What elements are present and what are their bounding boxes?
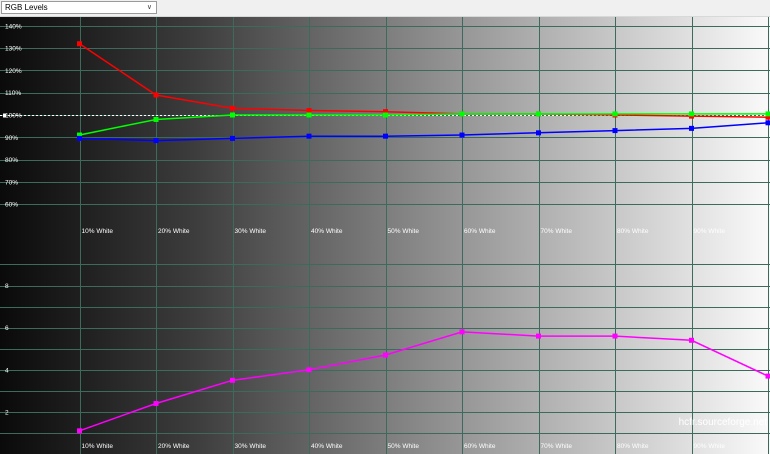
x-tick-label: 70% White [541, 443, 573, 450]
data-point [765, 111, 770, 117]
data-point [77, 428, 82, 434]
view-select-dropdown[interactable]: RGB Levels ∨ [1, 1, 157, 14]
x-tick-label: 80% White [617, 228, 649, 235]
data-point [77, 135, 82, 141]
data-point [765, 120, 770, 126]
x-tick-label: 20% White [158, 228, 190, 235]
data-point [153, 116, 159, 122]
data-point [383, 133, 388, 139]
data-point [612, 128, 618, 134]
x-tick-label: 10% White [82, 443, 114, 450]
y-tick-label: 140% [5, 23, 22, 30]
data-point [306, 108, 312, 114]
data-point [536, 130, 541, 136]
x-tick-label: 10% White [82, 228, 114, 235]
y-tick-label: 2 [5, 409, 9, 416]
x-tick-label: 90% White [694, 228, 726, 235]
data-point [765, 373, 770, 379]
data-point [536, 333, 541, 339]
data-point [230, 135, 235, 141]
data-point [689, 111, 694, 117]
y-tick-label: 110% [5, 90, 21, 97]
x-tick-label: 40% White [311, 443, 343, 450]
x-tick-label: 70% White [541, 228, 573, 235]
x-tick-label: 20% White [158, 443, 190, 450]
data-point [612, 111, 618, 117]
view-select-value: RGB Levels [5, 3, 48, 12]
data-point [153, 92, 159, 98]
x-tick-label: 60% White [464, 228, 496, 235]
data-point [306, 367, 312, 373]
x-tick-label: 30% White [235, 443, 267, 450]
y-tick-label: 120% [5, 68, 22, 75]
data-point [689, 125, 694, 131]
x-tick-label: 50% White [388, 443, 420, 450]
data-point [612, 333, 618, 339]
data-point [383, 352, 388, 358]
data-point [689, 337, 694, 343]
data-point [230, 105, 235, 111]
x-tick-label: 90% White [694, 443, 726, 450]
y-tick-label: 60% [5, 202, 18, 209]
data-point [459, 111, 465, 117]
x-tick-label: 30% White [235, 228, 267, 235]
chevron-down-icon: ∨ [146, 4, 152, 11]
data-point [153, 138, 159, 144]
x-tick-label: 60% White [464, 443, 496, 450]
data-point [459, 132, 465, 138]
data-point [306, 112, 312, 118]
y-tick-label: 100% [5, 113, 22, 120]
y-tick-label: 4 [5, 367, 9, 374]
y-tick-label: 6 [5, 325, 9, 332]
data-point [230, 377, 235, 383]
watermark: hcfr.sourceforge.net [679, 417, 768, 428]
y-tick-label: 70% [5, 179, 18, 186]
x-tick-label: 80% White [617, 443, 649, 450]
y-tick-label: 90% [5, 135, 18, 142]
chart-background [0, 17, 770, 454]
data-point [459, 329, 465, 335]
data-point [383, 112, 388, 118]
x-tick-label: 40% White [311, 228, 343, 235]
data-point [536, 111, 541, 117]
rgb-levels-chart: 140% 130% 120% 110% 100% 90% 80% 70% 60% 10% Whit… [0, 17, 770, 454]
data-point [153, 400, 159, 406]
data-point [77, 41, 82, 47]
y-tick-label: 80% [5, 157, 18, 164]
toolbar: RGB Levels ∨ [0, 0, 770, 17]
x-tick-label: 50% White [388, 228, 420, 235]
y-tick-label: 8 [5, 283, 9, 290]
data-point [306, 133, 312, 139]
y-tick-label: 130% [5, 46, 22, 53]
data-point [230, 112, 235, 118]
